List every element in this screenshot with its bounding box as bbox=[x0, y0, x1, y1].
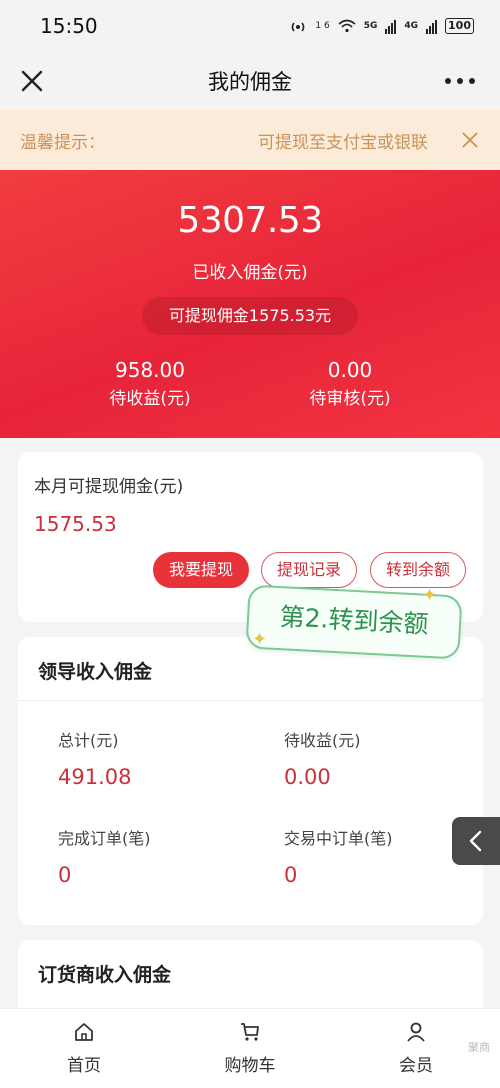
tab-home-label: 首页 bbox=[67, 1056, 101, 1076]
leader-pending-value: 0.00 bbox=[284, 765, 331, 789]
leader-trading-value: 0 bbox=[284, 863, 298, 887]
close-icon[interactable] bbox=[16, 65, 48, 97]
bottom-tab-bar: 首页 购物车 会员 聚商 bbox=[0, 1008, 500, 1088]
total-commission-amount: 5307.53 bbox=[177, 200, 323, 241]
review-value: 0.00 bbox=[327, 358, 373, 382]
wifi-icon bbox=[338, 19, 356, 33]
withdraw-records-button[interactable]: 提现记录 bbox=[261, 552, 357, 588]
withdraw-button[interactable]: 我要提现 bbox=[153, 552, 249, 588]
notice-label: 温馨提示： bbox=[20, 132, 105, 153]
chevron-left-icon bbox=[469, 830, 482, 852]
leader-total-label: 总计(元) bbox=[58, 731, 119, 750]
leader-trading-label: 交易中订单(笔) bbox=[284, 829, 393, 848]
tab-cart-label: 购物车 bbox=[224, 1056, 276, 1076]
leader-commission-card: 领导收入佣金 总计(元) 491.08 待收益(元) 0.00 完成订单(笔) … bbox=[18, 637, 483, 925]
leader-commission-title: 领导收入佣金 bbox=[38, 661, 153, 683]
tab-home[interactable]: 首页 bbox=[24, 1021, 144, 1076]
tab-member[interactable]: 会员 bbox=[356, 1021, 476, 1076]
status-icons: 1 6 5G 4G 100 bbox=[289, 18, 474, 34]
net1-label: 5G bbox=[363, 21, 378, 31]
cart-icon bbox=[241, 1023, 259, 1041]
pending-stat: 958.00 待收益(元) bbox=[70, 358, 230, 409]
battery-icon: 100 bbox=[445, 18, 474, 34]
leader-pending-label: 待收益(元) bbox=[284, 731, 361, 750]
leader-done-label: 完成订单(笔) bbox=[58, 829, 151, 848]
review-stat: 0.00 待审核(元) bbox=[270, 358, 430, 409]
pending-label: 待收益(元) bbox=[109, 389, 191, 409]
monthly-withdraw-title: 本月可提现佣金(元) bbox=[34, 477, 184, 497]
more-icon[interactable] bbox=[440, 66, 480, 96]
status-time: 15:50 bbox=[40, 14, 98, 38]
withdrawable-pill[interactable]: 可提现佣金1575.53元 bbox=[142, 297, 358, 335]
leader-total-value: 491.08 bbox=[58, 765, 132, 789]
leader-pending: 待收益(元) 0.00 bbox=[284, 727, 361, 789]
sparkle-icon: ✦ bbox=[422, 585, 438, 606]
transfer-balance-button[interactable]: 转到余额 bbox=[370, 552, 466, 588]
leader-done-orders: 完成订单(笔) 0 bbox=[58, 825, 151, 887]
signal-bars-icon-2 bbox=[426, 18, 438, 34]
tab-cart[interactable]: 购物车 bbox=[190, 1021, 310, 1076]
notice-close-icon[interactable] bbox=[460, 130, 480, 150]
net2-label: 4G bbox=[404, 21, 419, 31]
hotspot-icon bbox=[292, 22, 305, 32]
notice-bar: 温馨提示： 可提现至支付宝或银联 bbox=[0, 110, 500, 170]
commission-summary: 5307.53 已收入佣金(元) 可提现佣金1575.53元 958.00 待收… bbox=[0, 170, 500, 438]
agent-commission-title: 订货商收入佣金 bbox=[38, 964, 172, 986]
notice-text: 可提现至支付宝或银联 bbox=[258, 132, 428, 153]
signal-bars-icon bbox=[385, 18, 397, 34]
nav-bar: 我的佣金 bbox=[0, 52, 500, 110]
agent-commission-card: 订货商收入佣金 bbox=[18, 940, 483, 1010]
status-bar: 15:50 1 6 5G 4G 100 bbox=[0, 0, 500, 52]
sparkle-icon: ✦ bbox=[252, 629, 268, 650]
leader-total: 总计(元) 491.08 bbox=[58, 727, 131, 789]
user-icon bbox=[407, 1022, 425, 1042]
side-collapse-tab[interactable] bbox=[452, 817, 500, 865]
page-title: 我的佣金 bbox=[208, 70, 292, 94]
pending-value: 958.00 bbox=[115, 358, 185, 382]
home-icon bbox=[75, 1023, 93, 1041]
divider bbox=[18, 700, 483, 701]
tab-member-label: 会员 bbox=[399, 1056, 433, 1076]
watermark: 聚商 bbox=[468, 1041, 490, 1054]
total-commission-label: 已收入佣金(元) bbox=[192, 263, 308, 283]
leader-done-value: 0 bbox=[58, 863, 72, 887]
review-label: 待审核(元) bbox=[309, 389, 391, 409]
monthly-withdraw-amount: 1575.53 bbox=[34, 512, 117, 536]
leader-trading-orders: 交易中订单(笔) 0 bbox=[284, 825, 393, 887]
signal-label: 1 6 bbox=[315, 21, 330, 31]
